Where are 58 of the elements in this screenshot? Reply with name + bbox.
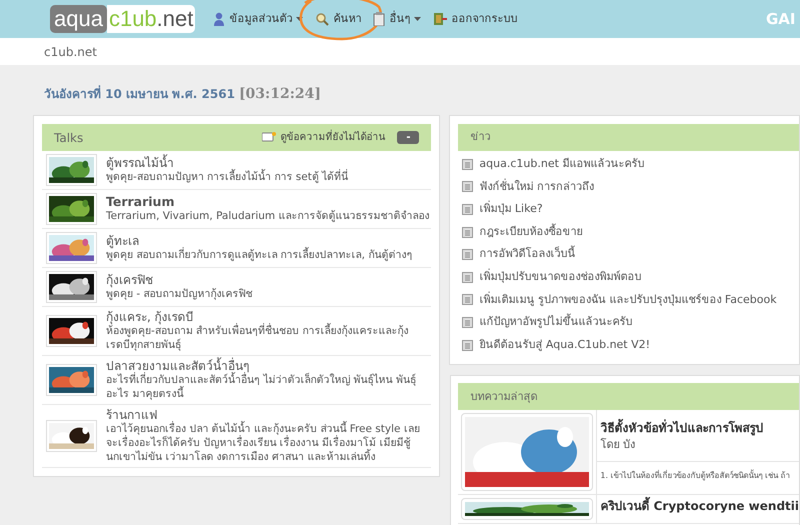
document-icon	[462, 249, 474, 260]
news-link[interactable]: เพิ่มปุ่มปรับขนาดของช่องพิมพ์ตอบ	[479, 269, 642, 286]
document-icon	[462, 272, 474, 283]
document-icon	[462, 340, 474, 351]
news-link[interactable]: ยินดีต้อนรับสู่ Aqua.C1ub.net V2!	[479, 336, 650, 354]
forum-title[interactable]: ตู้ทะเล	[106, 234, 412, 248]
site-title: GAI	[766, 8, 796, 30]
date-text: วันอังคารที่ 10 เมษายน พ.ศ. 2561	[44, 85, 235, 103]
panel-title: บทความล่าสุด	[470, 388, 538, 405]
nav-menu-item[interactable]: ข้อมูลส่วนตัว	[207, 10, 310, 28]
forum-description: พูดคุย สอบถามเกี่ยวกับการดูแลตู้ทะเล การเลี้ยงปลาทะเล, กันตู้ต่างๆ	[106, 248, 412, 262]
nav-menu-item[interactable]: ค้นหา	[309, 10, 368, 28]
caret-icon	[296, 17, 304, 21]
news-link[interactable]: กฎระเบียบห้องซื้อขาย	[479, 224, 582, 240]
forum-description: อะไรที่เกี่ยวกับปลาและสัตว์น้ำอื่นๆ ไม่ว่าตัวเล็กตัวใหญ่ พันธุ์ไหน พันธุ์อะไร มาคุยตรงนี้	[106, 373, 418, 401]
person-icon	[213, 12, 226, 26]
panel-title: ข่าว	[470, 129, 490, 146]
document-icon	[462, 181, 474, 192]
news-link[interactable]: aqua.c1ub.net มีแอพแล้วนะครับ	[479, 156, 644, 173]
news-link[interactable]: ฟังก์ชั่นใหม่ การกล่าวถึง	[479, 178, 594, 196]
document-icon	[462, 226, 474, 238]
forum-description: ห้องพูดคุย-สอบถาม สำหรับเพื่อนๆที่ชื่นชอบ การเลี้ยงกุ้งแคระและกุ้งเรดบีทุกสายพันธุ์	[106, 324, 410, 352]
chat-icon	[262, 132, 276, 144]
article-author: โดย บัง	[600, 436, 636, 453]
panel-title: Talks	[54, 130, 84, 146]
nav-menu-item[interactable]: อื่นๆ	[367, 10, 428, 28]
nav-menu-item[interactable]: ออกจากระบบ	[427, 10, 524, 28]
news-link[interactable]: แก้ปัญหาอัพรูปไม่ขึ้นแล้วนะครับ	[479, 314, 632, 331]
article-title[interactable]: วิธีตั้งหัวข้อทั่วไปและการโพสรูป	[600, 418, 799, 437]
clipboard-icon	[373, 12, 386, 26]
article-excerpt: 1. เข้าไปในห้องที่เกี่ยวข้องกับตู้หรือสัตว์ชนิดนั้นๆ เช่น ถ้า	[599, 468, 791, 482]
forum-title[interactable]: ตู้พรรณไม้น้ำ	[106, 156, 348, 170]
document-icon	[462, 158, 474, 170]
forum-title[interactable]: ร้านกาแฟ	[106, 408, 432, 422]
caret-icon	[414, 17, 422, 21]
article-title[interactable]: คริปเวนดี้ Cryptocoryne wendtii	[600, 497, 799, 516]
forum-description: พูดคุย - สอบถามปัญหากุ้งเครฟิช	[106, 288, 252, 301]
forum-title[interactable]: ปลาสวยงามและสัตว์น้ำอื่นๆ	[106, 359, 432, 373]
search-icon	[315, 12, 330, 26]
document-icon	[462, 316, 474, 328]
time-text: [03:12:24]	[238, 85, 321, 104]
unread-posts-link[interactable]: ดูข้อความที่ยังไม่ได้อ่าน	[280, 130, 386, 145]
news-link[interactable]: เพิ่มปุ่ม Like?	[479, 201, 543, 218]
forum-description: Terrarium, Vivarium, Paludarium และการจัดตู้แนวธรรมชาติจำลอง	[106, 209, 430, 223]
news-link[interactable]: เพิ่มเติมเมนู รูปภาพของฉัน และปรับปรุงปุ่มแชร์ของ Facebook	[479, 292, 777, 308]
news-link[interactable]: การอัพวิดีโอลงเว็บนี้	[479, 246, 576, 263]
forum-title[interactable]: กุ้งเครฟิช	[106, 273, 252, 287]
logo-text[interactable]: c1ub.net	[106, 5, 196, 33]
door-icon	[433, 12, 448, 26]
breadcrumb-link[interactable]: c1ub.net	[44, 42, 97, 60]
forum-title[interactable]: Terrarium	[106, 195, 430, 209]
collapse-button[interactable]: -	[397, 131, 420, 144]
document-icon	[462, 294, 474, 306]
logo-text[interactable]: aqua	[50, 5, 107, 33]
forum-title[interactable]: กุ้งแคระ, กุ้งเรดบี	[106, 310, 432, 324]
forum-description: เอาไว้คุยนอกเรื่อง ปลา ต้นไม้น้ำ และกุ้งนะครับ ส่วนนี้ Free style เลย จะเรื่องอะไรก็ได้ครับ ปัญหาเรื่องเรียน เรื่องงาน มีเรื่องมาโม้ เมียมีชู้ นกเขาไม่ขัน เว่ามาโลด งดการเมือง ศาสนา และห้ามเล่นทิ้ง	[106, 422, 421, 464]
forum-description: พูดคุย-สอบถามปัญหา การเลี้ยงไม้น้ำ การ setตู้ ได้ที่นี่	[106, 170, 348, 184]
document-icon	[462, 204, 474, 215]
